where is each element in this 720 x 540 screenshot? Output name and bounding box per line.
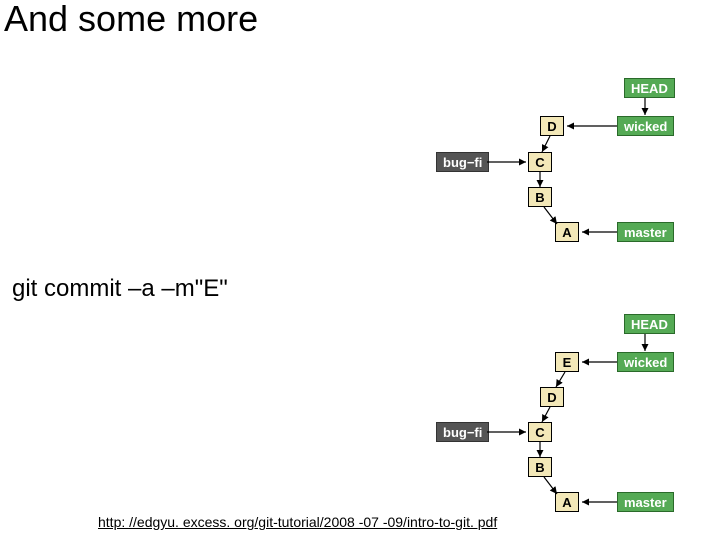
ref-head-2: HEAD [624, 314, 675, 334]
commit-node-D: D [540, 116, 564, 136]
ref-bugfi: bug−fi [436, 152, 489, 172]
commit-node-A: A [555, 492, 579, 512]
commit-node-D: D [540, 387, 564, 407]
commit-node-E: E [555, 352, 579, 372]
ref-bugfi-2: bug−fi [436, 422, 489, 442]
ref-wicked: wicked [617, 116, 674, 136]
commit-node-B: B [528, 187, 552, 207]
git-command: git commit –a –m"E" [12, 275, 228, 303]
commit-node-B: B [528, 457, 552, 477]
source-link[interactable]: http: //edgyu. excess. org/git-tutorial/… [98, 514, 497, 530]
commit-node-C: C [528, 422, 552, 442]
slide-title: And some more [4, 0, 258, 40]
ref-master-2: master [617, 492, 674, 512]
diagram-arrows-2 [0, 0, 720, 540]
ref-wicked-2: wicked [617, 352, 674, 372]
ref-master: master [617, 222, 674, 242]
ref-head: HEAD [624, 78, 675, 98]
diagram-arrows [0, 0, 720, 270]
commit-node-A: A [555, 222, 579, 242]
commit-node-C: C [528, 152, 552, 172]
